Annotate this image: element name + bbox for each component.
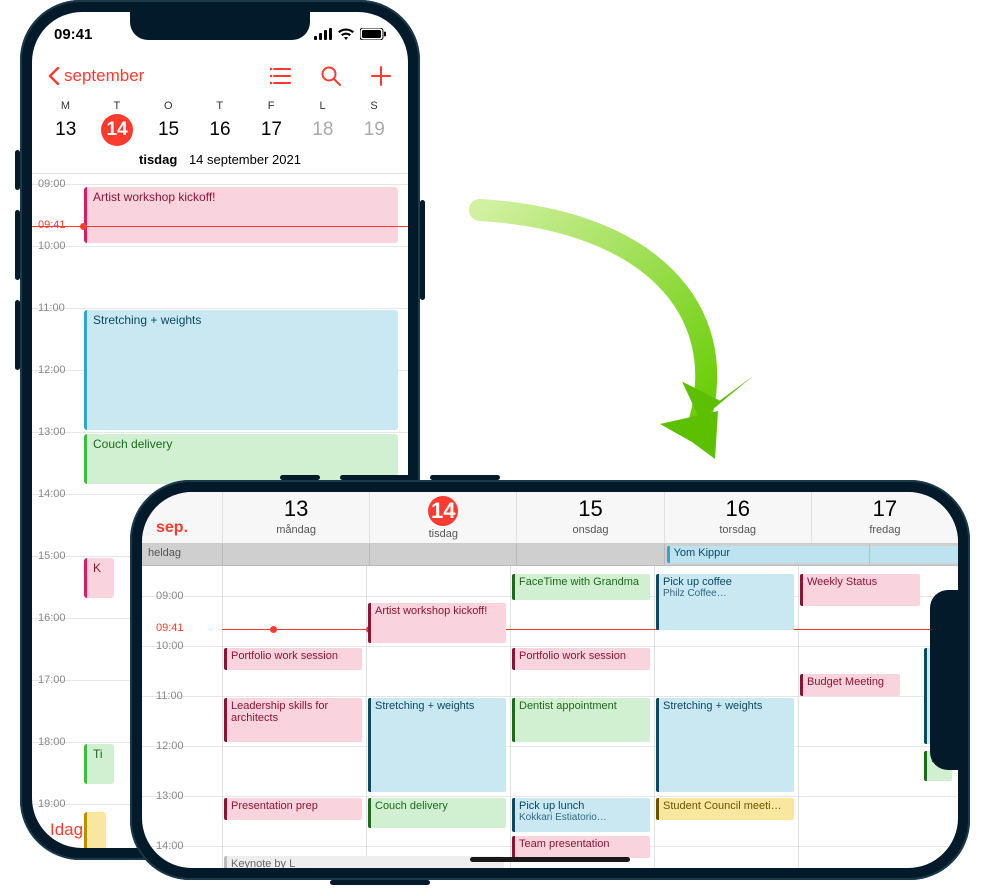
add-event-button[interactable]	[370, 65, 392, 87]
home-indicator[interactable]	[470, 857, 630, 862]
event-artist-workshop[interactable]: Artist workshop kickoff!	[84, 187, 398, 243]
event-weekly[interactable]: Weekly Status	[800, 574, 920, 606]
hour-label: 11:00	[38, 302, 65, 314]
day-navbar: september	[32, 56, 408, 96]
weekday-label: M	[40, 100, 91, 112]
status-indicators	[314, 28, 386, 40]
week-grid[interactable]: 09:00 10:00 11:00 12:00 13:00 14:00 09:4…	[142, 566, 958, 868]
event-truncated[interactable]	[84, 812, 106, 848]
event-council[interactable]: Student Council meeti…	[656, 798, 794, 820]
week-header: sep. 13måndag 14tisdag 15onsdag 16torsda…	[142, 492, 958, 544]
weekday-label: T	[91, 100, 142, 112]
hour-label: 12:00	[156, 740, 184, 752]
search-button[interactable]	[320, 65, 342, 87]
day-column-header-today[interactable]: 14tisdag	[369, 492, 516, 543]
hour-label: 13:00	[156, 790, 184, 802]
status-bar: 09:41	[32, 12, 408, 56]
event-truncated[interactable]: K	[84, 558, 114, 598]
weekday-label: L	[297, 100, 348, 112]
full-date-label: tisdag 14 september 2021	[32, 152, 408, 174]
event-artist[interactable]: Artist workshop kickoff!	[368, 603, 506, 643]
month-label[interactable]: sep.	[142, 492, 222, 543]
hour-label: 13:00	[38, 426, 66, 438]
weekday-label: F	[246, 100, 297, 112]
event-stretching[interactable]: Stretching + weights	[84, 310, 398, 430]
hour-label: 11:00	[156, 690, 183, 702]
chevron-left-icon	[48, 67, 60, 85]
hour-label: 09:00	[38, 178, 66, 190]
day-column-header[interactable]: 13måndag	[222, 492, 369, 543]
hour-label: 14:00	[156, 840, 184, 852]
date-cell[interactable]: 13	[40, 114, 91, 146]
event-dentist[interactable]: Dentist appointment	[512, 698, 650, 742]
date-cell[interactable]: 17	[246, 114, 297, 146]
event-truncated[interactable]: Ti	[84, 744, 114, 784]
list-view-button[interactable]	[270, 65, 292, 87]
event-stretch-2[interactable]: Stretching + weights	[656, 698, 794, 792]
plus-icon	[371, 66, 391, 86]
day-column-header[interactable]: 15onsdag	[516, 492, 663, 543]
event-prep[interactable]: Presentation prep	[224, 798, 362, 820]
wifi-icon	[338, 28, 354, 40]
today-button[interactable]: Idag	[50, 820, 83, 840]
event-stretch-1[interactable]: Stretching + weights	[368, 698, 506, 792]
event-couch[interactable]: Couch delivery	[368, 798, 506, 828]
hour-label: 19:00	[38, 798, 66, 810]
event-budget[interactable]: Budget Meeting	[800, 674, 900, 696]
hour-label: 16:00	[38, 612, 66, 624]
event-portfolio-2[interactable]: Portfolio work session	[512, 648, 650, 670]
date-cell[interactable]: 18	[297, 114, 348, 146]
hour-label: 10:00	[38, 240, 66, 252]
rotate-arrow-icon	[420, 190, 770, 490]
event-portfolio-1[interactable]: Portfolio work session	[224, 648, 362, 670]
weekday-label: T	[194, 100, 245, 112]
day-column-header[interactable]: 17fredag	[811, 492, 958, 543]
calendar-week-view: sep. 13måndag 14tisdag 15onsdag 16torsda…	[142, 492, 958, 868]
day-column-header[interactable]: 16torsdag	[664, 492, 811, 543]
status-time: 09:41	[54, 26, 92, 43]
allday-row: heldag Yom Kippur	[142, 544, 958, 566]
hour-label: 10:00	[156, 640, 184, 652]
hour-label: 17:00	[38, 674, 66, 686]
battery-icon	[360, 28, 386, 40]
weekday-header: M T O T F L S	[32, 96, 408, 112]
event-leadership[interactable]: Leadership skills for architects	[224, 698, 362, 742]
hour-label: 12:00	[38, 364, 66, 376]
event-keynote[interactable]: Keynote by L	[224, 856, 504, 868]
date-cell[interactable]: 15	[143, 114, 194, 146]
back-label: september	[64, 66, 144, 86]
hour-label: 09:00	[156, 590, 184, 602]
event-facetime[interactable]: FaceTime with Grandma	[512, 574, 650, 600]
allday-label: heldag	[142, 544, 222, 565]
list-icon	[270, 67, 292, 85]
now-indicator: 09:41	[222, 629, 958, 630]
date-picker-row: 13 14 15 16 17 18 19	[32, 112, 408, 152]
hour-label: 14:00	[38, 488, 66, 500]
event-coffee[interactable]: Pick up coffeePhilz Coffee…	[656, 574, 794, 630]
hour-label: 15:00	[38, 550, 66, 562]
weekday-label: O	[143, 100, 194, 112]
search-icon	[321, 66, 341, 86]
date-cell[interactable]: 16	[194, 114, 245, 146]
signal-icon	[314, 28, 332, 40]
event-team[interactable]: Team presentation	[512, 836, 650, 858]
back-button[interactable]: september	[48, 66, 144, 86]
hour-label: 18:00	[38, 736, 66, 748]
event-lunch[interactable]: Pick up lunchKokkari Estiatorio…	[512, 798, 650, 832]
date-cell-today[interactable]: 14	[91, 114, 142, 146]
date-cell[interactable]: 19	[349, 114, 400, 146]
weekday-label: S	[349, 100, 400, 112]
phone-landscape-frame: sep. 13måndag 14tisdag 15onsdag 16torsda…	[130, 480, 970, 880]
now-indicator: 09:41	[32, 226, 408, 227]
